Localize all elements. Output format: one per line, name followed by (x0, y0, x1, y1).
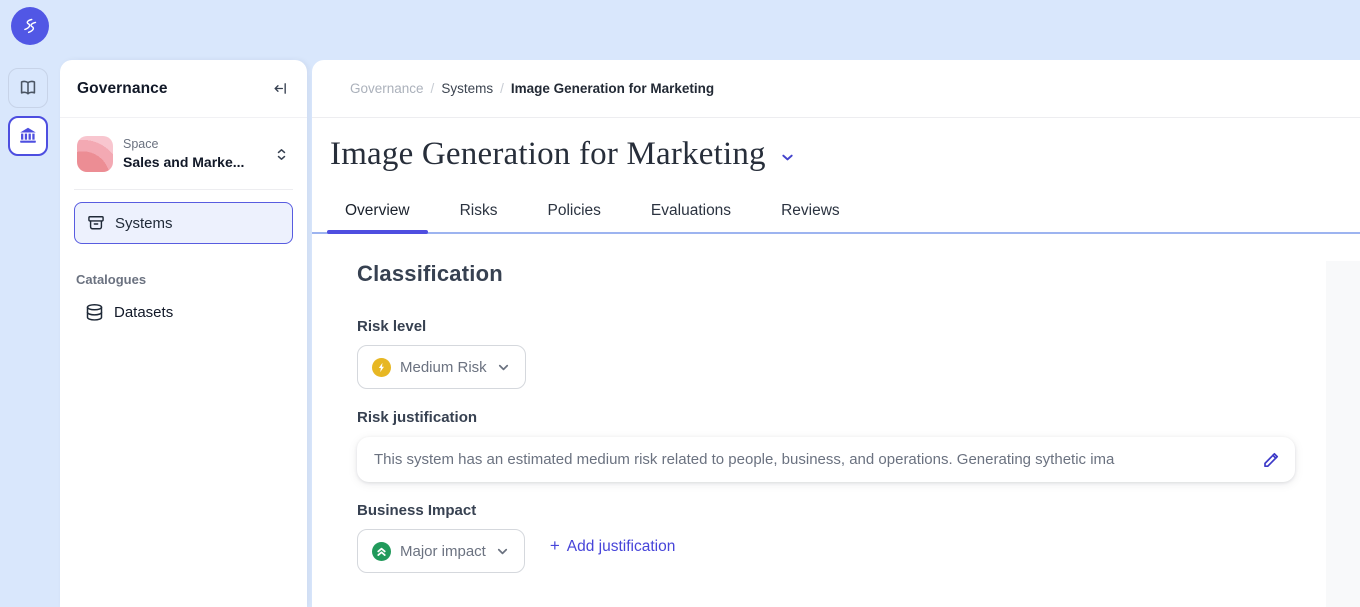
space-divider (74, 189, 293, 190)
risk-justification-text: This system has an estimated medium risk… (374, 451, 1251, 468)
bank-columns-icon (17, 125, 39, 147)
breadcrumb-current-page: Image Generation for Marketing (511, 81, 714, 96)
tab-reviews[interactable]: Reviews (763, 190, 858, 232)
overview-content: Classification Risk level Medium Risk (312, 261, 1360, 607)
breadcrumb-governance[interactable]: Governance (350, 81, 424, 96)
governance-sidebar: Governance Space Sales and Marke... (60, 60, 307, 607)
sidebar-item-label: Datasets (114, 304, 173, 321)
open-book-icon (17, 77, 39, 99)
breadcrumb-systems[interactable]: Systems (441, 81, 493, 96)
chevron-down-icon (495, 544, 510, 559)
left-rail (0, 0, 60, 607)
business-impact-select[interactable]: Major impact (357, 529, 525, 573)
page-title-row: Image Generation for Marketing (312, 118, 1360, 190)
chevron-down-icon (496, 360, 511, 375)
risk-level-label: Risk level (357, 318, 1360, 335)
double-chevron-up-icon (375, 545, 388, 558)
business-impact-label: Business Impact (357, 502, 1360, 519)
governance-rail-button[interactable] (8, 116, 48, 156)
add-justification-label: Add justification (567, 538, 676, 556)
sidebar-item-systems[interactable]: Systems (74, 202, 293, 244)
page-title: Image Generation for Marketing (330, 136, 766, 173)
space-selector[interactable]: Space Sales and Marke... (68, 130, 299, 178)
sidebar-header: Governance (60, 60, 307, 118)
sidebar-collapse-button[interactable] (268, 77, 292, 101)
tab-risks[interactable]: Risks (442, 190, 516, 232)
title-dropdown-button[interactable] (780, 150, 795, 165)
edit-justification-button[interactable] (1261, 450, 1281, 470)
risk-level-value: Medium Risk (400, 359, 487, 376)
space-eyebrow-label: Space (123, 137, 263, 153)
tab-overview[interactable]: Overview (327, 190, 428, 232)
risk-level-select[interactable]: Medium Risk (357, 345, 526, 389)
risk-justification-field[interactable]: This system has an estimated medium risk… (357, 437, 1295, 482)
space-name-label: Sales and Marke... (123, 153, 263, 171)
medium-risk-badge (372, 358, 391, 377)
lightning-bolt-icon (376, 362, 387, 373)
database-stack-icon (84, 302, 105, 323)
scroll-gutter (1326, 261, 1360, 607)
add-justification-link[interactable]: + Add justification (550, 536, 676, 556)
sidebar-title: Governance (77, 80, 168, 98)
tab-policies[interactable]: Policies (530, 190, 619, 232)
business-impact-row: Major impact + Add justification (357, 519, 1360, 573)
tab-evaluations[interactable]: Evaluations (633, 190, 749, 232)
sidebar-item-datasets[interactable]: Datasets (84, 302, 299, 323)
archive-box-icon (86, 213, 106, 233)
business-impact-value: Major impact (400, 543, 486, 560)
app-logo-button[interactable] (11, 7, 49, 45)
classification-section-title: Classification (357, 261, 1360, 287)
tab-bar: Overview Risks Policies Evaluations Revi… (312, 190, 1360, 234)
breadcrumb-separator: / (500, 81, 504, 96)
major-impact-badge (372, 542, 391, 561)
sidebar-item-label: Systems (115, 215, 173, 232)
pencil-icon (1261, 450, 1281, 470)
chevron-up-down-icon (273, 146, 290, 163)
catalogues-section-label: Catalogues (76, 272, 307, 287)
collapse-arrow-to-line-icon (272, 80, 289, 97)
risk-justification-label: Risk justification (357, 409, 1360, 426)
plus-icon: + (550, 536, 560, 556)
breadcrumb-separator: / (431, 81, 435, 96)
space-text: Space Sales and Marke... (123, 137, 263, 171)
space-avatar (77, 136, 113, 172)
library-rail-button[interactable] (8, 68, 48, 108)
logo-squiggle-icon (17, 13, 43, 39)
breadcrumb: Governance / Systems / Image Generation … (312, 60, 1360, 118)
main-panel: Governance / Systems / Image Generation … (312, 60, 1360, 607)
